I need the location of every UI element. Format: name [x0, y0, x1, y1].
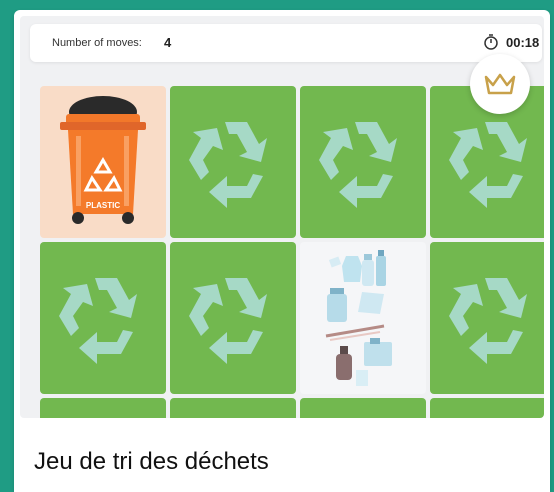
game-card: PLASTIC Number of moves: 4 00:18 Jeu de … — [14, 10, 550, 492]
plastic-bin-icon — [60, 96, 146, 224]
tile-face-down[interactable] — [300, 398, 426, 418]
tile-face-down[interactable] — [40, 398, 166, 418]
recycle-icon — [59, 278, 137, 364]
recycle-icon — [319, 122, 397, 208]
status-bar: Number of moves: 4 00:18 — [30, 24, 542, 62]
recycle-icon — [449, 278, 527, 364]
moves-label: Number of moves: — [52, 37, 142, 49]
game-title: Jeu de tri des déchets — [34, 448, 269, 475]
timer-value: 00:18 — [506, 35, 540, 50]
leaderboard-button[interactable] — [470, 54, 530, 114]
tile-face-down[interactable] — [170, 86, 296, 238]
stopwatch-icon — [484, 34, 498, 50]
tile-face-down[interactable] — [170, 242, 296, 394]
tile-face-down[interactable] — [430, 242, 544, 394]
plastic-waste-icon — [325, 250, 392, 386]
tile-face-down[interactable] — [40, 242, 166, 394]
recycle-icon — [189, 278, 267, 364]
tile-face-down[interactable] — [170, 398, 296, 418]
crown-icon — [484, 73, 516, 95]
tile-face-down[interactable] — [430, 398, 544, 418]
game-board: PLASTIC — [20, 16, 544, 418]
tile-plastic-waste[interactable] — [300, 242, 426, 394]
tile-face-down[interactable] — [300, 86, 426, 238]
moves-count: 4 — [164, 35, 172, 50]
bin-label: PLASTIC — [85, 201, 121, 210]
tile-plastic-bin[interactable]: PLASTIC — [40, 86, 166, 238]
recycle-icon — [189, 122, 267, 208]
